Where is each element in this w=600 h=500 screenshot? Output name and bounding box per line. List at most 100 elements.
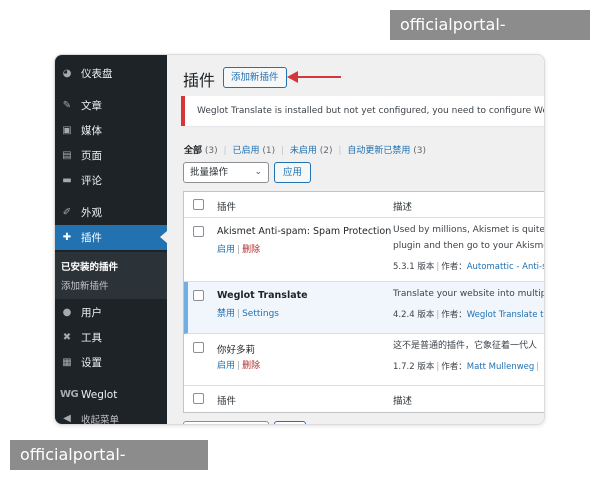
settings-icon: ▦ (62, 357, 72, 368)
sidebar-item-label: 仪表盘 (81, 68, 113, 80)
sidebar-item-pages[interactable]: ▤ 页面 (55, 143, 167, 168)
plugins-submenu: 已安装的插件 添加新插件 (55, 252, 167, 299)
watermark-bottom: officialportal-leisu.com (10, 440, 208, 494)
filter-inactive[interactable]: 未启用 (290, 146, 317, 156)
watermark-top: officialportal-leisu.com (390, 10, 590, 64)
author-link[interactable]: Weglot Translate te (467, 310, 544, 320)
activate-link[interactable]: 启用 (217, 245, 235, 255)
plugin-version: 4.2.4 版本 (393, 310, 435, 320)
submenu-add-new-plugin[interactable]: 添加新插件 (61, 278, 109, 292)
media-icon: ▣ (62, 125, 72, 136)
plugin-name: Weglot Translate (217, 290, 308, 301)
row-checkbox[interactable] (193, 226, 204, 237)
sidebar-item-label: 外观 (81, 207, 102, 219)
column-footer-description: 描述 (393, 396, 413, 407)
plugin-version: 1.7.2 版本 (393, 362, 435, 372)
table-row: 你好多莉 启用 | 删除 这不是普通的插件，它象征着一代人 1.7.2 版本 | 作者：… (184, 334, 544, 386)
chevron-down-icon: ⌄ (254, 167, 262, 177)
table-header-row: 插件 描述 (184, 192, 544, 218)
sidebar-item-label: 工具 (81, 332, 102, 344)
dashboard-icon: ◕ (62, 68, 72, 79)
page-title: 插件 (183, 71, 216, 90)
filter-active-count: (1) (262, 146, 276, 156)
meta-separator: | (436, 262, 440, 272)
action-separator: | (237, 361, 241, 371)
select-all-checkbox[interactable] (193, 393, 204, 404)
plugin-version: 5.3.1 版本 (393, 262, 435, 272)
filter-separator: | (338, 146, 342, 156)
sidebar-item-label: 文章 (81, 100, 102, 112)
row-checkbox[interactable] (193, 342, 204, 353)
settings-link[interactable]: Settings (242, 309, 279, 319)
filter-all[interactable]: 全部 (184, 146, 202, 156)
sidebar-collapse-menu[interactable]: ◀ 收起菜单 (55, 406, 167, 424)
filter-autoupdate-count: (3) (413, 146, 426, 156)
delete-link[interactable]: 删除 (242, 361, 260, 371)
weglot-config-notice: Weglot Translate is installed but not ye… (181, 96, 545, 126)
filter-active[interactable]: 已启用 (232, 146, 259, 156)
author-label: 作者： (441, 310, 467, 320)
plugin-description: Translate your website into multiple la (393, 289, 544, 299)
plugin-status-filters: 全部 (3) | 已启用 (1) | 未启用 (2) | 自动更新已禁用 (3) (184, 143, 426, 156)
admin-window: ◕ 仪表盘 ✎ 文章 ▣ 媒体 ▤ 页面 ▬ 评论 ✐ 外观 ✚ 插件 已安装的… (54, 54, 545, 425)
plugin-icon: ✚ (62, 232, 72, 243)
sidebar-item-settings[interactable]: ▦ 设置 (55, 350, 167, 375)
sidebar-item-label: Weglot (81, 388, 118, 401)
sidebar-item-users[interactable]: ● 用户 (55, 300, 167, 325)
plugin-meta: 1.7.2 版本 | 作者：Matt Mullenweg | (393, 360, 541, 372)
apply-button[interactable]: 应用 (274, 162, 312, 183)
plugin-meta: 4.2.4 版本 | 作者：Weglot Translate te (393, 308, 544, 320)
table-row-active: Weglot Translate 禁用 | Settings Translate y… (184, 282, 544, 334)
row-actions: 启用 | 删除 (217, 358, 260, 371)
add-new-plugin-button[interactable]: 添加新插件 (223, 67, 287, 88)
activate-link[interactable]: 启用 (217, 361, 235, 371)
plugin-description: 这不是普通的插件，它象征着一代人 (393, 341, 538, 351)
column-footer-plugin: 插件 (217, 396, 237, 407)
column-header-plugin: 插件 (217, 202, 237, 213)
sidebar-item-media[interactable]: ▣ 媒体 (55, 118, 167, 143)
bulk-actions-select-bottom[interactable] (183, 421, 269, 424)
sidebar-item-appearance[interactable]: ✐ 外观 (55, 200, 167, 225)
meta-separator: | (436, 362, 440, 372)
row-actions: 禁用 | Settings (217, 306, 279, 319)
sidebar-item-label: 插件 (81, 232, 102, 244)
sidebar-item-posts[interactable]: ✎ 文章 (55, 93, 167, 118)
table-footer-row: 插件 描述 (184, 386, 544, 412)
action-separator: | (237, 309, 241, 319)
sidebar-item-weglot[interactable]: WG Weglot (55, 382, 167, 407)
filter-separator: | (280, 146, 284, 156)
author-link[interactable]: Matt Mullenweg (467, 362, 535, 372)
row-actions: 启用 | 删除 (217, 242, 260, 255)
collapse-icon: ◀ (63, 413, 71, 424)
sidebar-item-dashboard[interactable]: ◕ 仪表盘 (55, 61, 167, 86)
sidebar-item-label: 评论 (81, 175, 102, 187)
sidebar-item-plugins[interactable]: ✚ 插件 (55, 225, 167, 250)
sidebar-item-label: 设置 (81, 357, 102, 369)
meta-separator: | (436, 310, 440, 320)
sidebar-item-comments[interactable]: ▬ 评论 (55, 168, 167, 193)
comment-icon: ▬ (62, 175, 72, 186)
bulk-actions-select[interactable]: 批量操作 ⌄ (183, 162, 269, 183)
notice-text: Weglot Translate is installed but not ye… (197, 106, 545, 116)
admin-sidebar: ◕ 仪表盘 ✎ 文章 ▣ 媒体 ▤ 页面 ▬ 评论 ✐ 外观 ✚ 插件 已安装的… (55, 55, 167, 424)
filter-all-count: (3) (204, 146, 218, 156)
delete-link[interactable]: 删除 (242, 245, 260, 255)
sidebar-item-tools[interactable]: ✖ 工具 (55, 325, 167, 350)
user-icon: ● (62, 307, 72, 318)
apply-button-bottom[interactable] (274, 421, 306, 424)
author-label: 作者： (441, 362, 467, 372)
plugin-meta: 5.3.1 版本 | 作者：Automattic - Anti-s (393, 260, 544, 272)
deactivate-link[interactable]: 禁用 (217, 309, 235, 319)
weglot-logo: WG (60, 389, 79, 400)
select-all-checkbox[interactable] (193, 199, 204, 210)
annotation-arrow-icon (287, 71, 341, 83)
plugin-description: plugin and then go to your Akismet S (393, 241, 545, 251)
plugins-table: 插件 描述 Akismet Anti-spam: Spam Protection… (183, 191, 545, 413)
plugin-name: Akismet Anti-spam: Spam Protection (217, 226, 392, 237)
filter-autoupdate-disabled[interactable]: 自动更新已禁用 (347, 146, 410, 156)
row-checkbox[interactable] (193, 290, 204, 301)
brush-icon: ✐ (62, 207, 72, 218)
submenu-installed-plugins[interactable]: 已安装的插件 (61, 259, 118, 273)
author-link[interactable]: Automattic - Anti-s (467, 262, 544, 272)
page-icon: ▤ (62, 150, 72, 161)
